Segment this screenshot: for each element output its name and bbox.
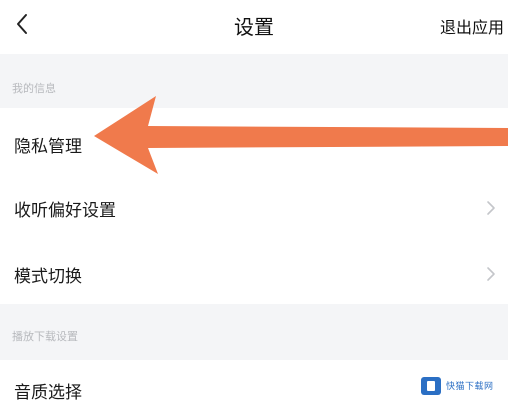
listening-preferences-item[interactable]: 收听偏好设置 (0, 176, 508, 240)
section-header-my-info: 我的信息 (0, 54, 508, 108)
chevron-right-icon (487, 201, 495, 215)
kuaiyong-logo-icon (421, 377, 441, 395)
exit-app-button[interactable]: 退出应用 (440, 14, 504, 38)
page-title: 设置 (234, 15, 274, 39)
item-label: 音质选择 (14, 383, 82, 403)
privacy-management-item[interactable]: 隐私管理 (0, 108, 508, 176)
watermark: 快猫下载网 (414, 372, 502, 400)
section-title: 播放下载设置 (12, 330, 78, 343)
chevron-right-icon (487, 267, 495, 281)
section-title: 我的信息 (12, 82, 56, 95)
item-label: 收听偏好设置 (14, 201, 116, 221)
section-header-playback-download: 播放下载设置 (0, 304, 508, 360)
top-bar: 设置 退出应用 (0, 0, 508, 54)
watermark-text: 快猫下载网 (446, 382, 494, 392)
item-label: 模式切换 (14, 267, 82, 287)
mode-switch-item[interactable]: 模式切换 (0, 240, 508, 304)
item-label: 隐私管理 (14, 137, 82, 157)
